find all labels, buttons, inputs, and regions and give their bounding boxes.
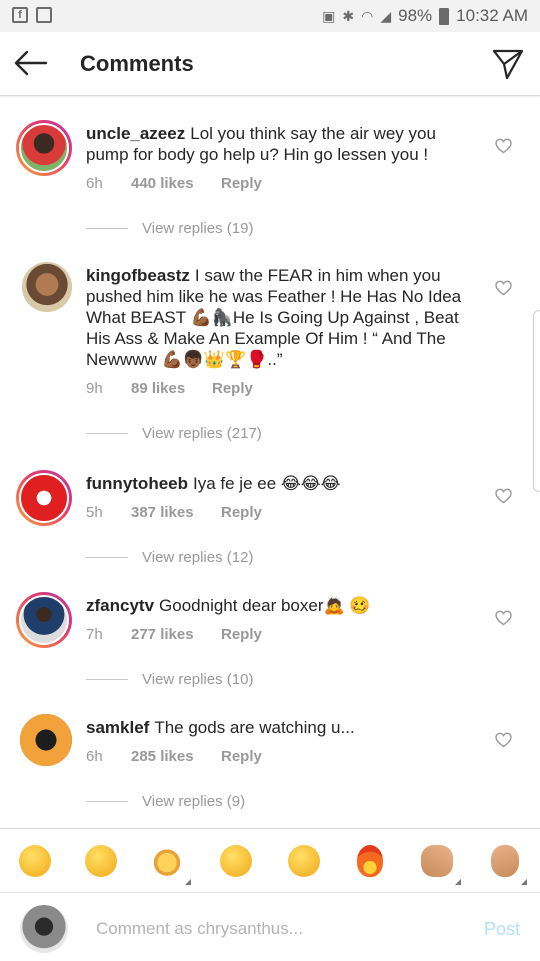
emoji-quick-bar — [0, 828, 540, 893]
view-replies-label: View replies (12) — [142, 549, 254, 566]
replies-divider — [86, 228, 128, 229]
comment-age: 6h — [86, 175, 103, 192]
comment-input[interactable] — [94, 913, 448, 945]
avatar[interactable] — [16, 592, 72, 648]
view-replies[interactable]: View replies (12) — [86, 549, 253, 566]
heart-icon[interactable] — [495, 610, 512, 626]
current-user-avatar — [20, 905, 68, 953]
ok-hand-emoji[interactable] — [491, 845, 527, 885]
replies-divider — [86, 433, 128, 434]
grin-emoji[interactable] — [220, 845, 252, 877]
signal-icon: ◢ — [380, 7, 392, 24]
comment-age: 5h — [86, 504, 103, 521]
bluetooth-icon: ✱ — [342, 7, 355, 24]
comment-body: Iya fe je ee 😂😂😂 — [193, 474, 341, 493]
status-bar: f ▣ ✱ ◠ ◢ 98% 10:32 AM — [0, 0, 540, 32]
view-replies-label: View replies (19) — [142, 220, 254, 237]
skin-tone-indicator — [185, 879, 191, 885]
reply-button[interactable]: Reply — [221, 175, 262, 192]
heart-icon[interactable] — [495, 732, 512, 748]
view-replies-label: View replies (9) — [142, 793, 246, 810]
scroll-handle[interactable] — [533, 310, 540, 492]
comment-likes[interactable]: 89 likes — [131, 380, 212, 397]
avatar[interactable] — [22, 262, 72, 312]
reply-button[interactable]: Reply — [221, 626, 262, 643]
rofl-emoji[interactable] — [19, 845, 51, 877]
avatar[interactable] — [16, 470, 72, 526]
comments-list[interactable]: uncle_azeez Lol you think say the air wey… — [0, 96, 540, 828]
comment-composer: Post — [0, 892, 540, 961]
replies-divider — [86, 679, 128, 680]
joy-emoji[interactable] — [85, 845, 117, 877]
fire-emoji[interactable] — [357, 845, 383, 877]
battery-icon — [439, 7, 450, 25]
comment-body: Goodnight dear boxer🙇 🥴 — [159, 596, 371, 615]
post-button[interactable]: Post — [484, 919, 520, 940]
comment-likes[interactable]: 440 likes — [131, 175, 221, 192]
comment-username[interactable]: uncle_azeez — [86, 124, 185, 143]
clap-hands-emoji[interactable] — [421, 845, 461, 885]
reply-button[interactable]: Reply — [221, 504, 262, 521]
replies-divider — [86, 801, 128, 802]
view-replies-label: View replies (217) — [142, 425, 262, 442]
avatar[interactable] — [16, 120, 72, 176]
view-replies[interactable]: View replies (217) — [86, 425, 262, 442]
avatar[interactable] — [20, 714, 72, 766]
heart-icon[interactable] — [495, 280, 512, 296]
view-replies[interactable]: View replies (9) — [86, 793, 245, 810]
comment-username[interactable]: zfancytv — [86, 596, 154, 615]
comment-username[interactable]: funnytoheeb — [86, 474, 188, 493]
comment-age: 6h — [86, 748, 103, 765]
comment-likes[interactable]: 285 likes — [131, 748, 221, 765]
back-arrow-icon[interactable] — [14, 50, 48, 76]
clock: 10:32 AM — [456, 6, 528, 25]
raising-hands-emoji[interactable] — [151, 845, 191, 885]
comment-age: 9h — [86, 380, 103, 397]
image-icon — [36, 7, 52, 23]
comment-username[interactable]: kingofbeastz — [86, 266, 190, 285]
comment-age: 7h — [86, 626, 103, 643]
skin-tone-indicator — [455, 879, 461, 885]
comment-likes[interactable]: 277 likes — [131, 626, 221, 643]
replies-divider — [86, 557, 128, 558]
reply-button[interactable]: Reply — [221, 748, 262, 765]
comments-header: Comments — [0, 32, 540, 96]
comment-likes[interactable]: 387 likes — [131, 504, 221, 521]
facebook-icon: f — [12, 7, 28, 23]
view-replies-label: View replies (10) — [142, 671, 254, 688]
view-replies[interactable]: View replies (19) — [86, 220, 253, 237]
notification-icon: ▣ — [322, 7, 336, 24]
comment-body: The gods are watching u... — [154, 718, 355, 737]
comment-username[interactable]: samklef — [86, 718, 149, 737]
reply-button[interactable]: Reply — [212, 380, 253, 397]
skin-tone-indicator — [521, 879, 527, 885]
heart-icon[interactable] — [495, 138, 512, 154]
wifi-icon: ◠ — [361, 7, 374, 24]
heart-icon[interactable] — [495, 488, 512, 504]
eyes-roll-emoji[interactable] — [288, 845, 320, 877]
view-replies[interactable]: View replies (10) — [86, 671, 253, 688]
battery-percent: 98% — [398, 6, 433, 25]
page-title: Comments — [80, 51, 194, 76]
direct-message-icon[interactable] — [492, 48, 524, 80]
